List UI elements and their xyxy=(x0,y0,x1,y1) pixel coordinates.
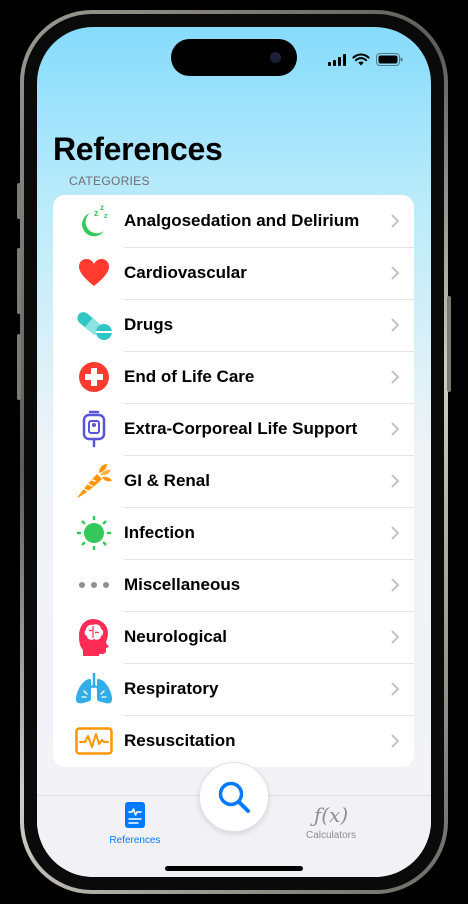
category-row-gi-renal[interactable]: GI & Renal xyxy=(53,455,414,507)
page-title: References xyxy=(53,131,223,167)
cellular-signal-icon xyxy=(328,53,346,66)
carrot-icon xyxy=(77,464,112,498)
svg-text:z: z xyxy=(94,208,99,218)
chevron-right-icon xyxy=(391,266,399,280)
category-list: z z z Analgosedation and Delirium Cardio… xyxy=(53,195,414,767)
category-label: Analgosedation and Delirium xyxy=(124,211,360,230)
tab-calculators-label: Calculators xyxy=(305,830,357,841)
chevron-right-icon xyxy=(391,682,399,696)
category-label: Resuscitation xyxy=(124,731,236,750)
category-row-resuscitation[interactable]: Resuscitation xyxy=(53,715,414,767)
chevron-right-icon xyxy=(391,422,399,436)
search-icon xyxy=(218,781,250,813)
section-header: CATEGORIES xyxy=(69,174,150,188)
category-row-ecls[interactable]: Extra-Corporeal Life Support xyxy=(53,403,414,455)
tab-references-label: References xyxy=(109,835,161,846)
chevron-right-icon xyxy=(391,734,399,748)
heart-icon xyxy=(79,259,109,286)
microbe-icon xyxy=(76,515,112,551)
tab-calculators[interactable]: ƒ(x) Calculators xyxy=(281,802,381,841)
volume-up-button xyxy=(17,248,21,314)
ellipsis-icon xyxy=(79,582,109,588)
category-row-infection[interactable]: Infection xyxy=(53,507,414,559)
category-row-neurological[interactable]: Neurological xyxy=(53,611,414,663)
tab-references[interactable]: References xyxy=(85,802,185,846)
screen: References CATEGORIES z z z Analgosedati… xyxy=(37,27,431,877)
svg-text:z: z xyxy=(100,203,104,212)
chevron-right-icon xyxy=(391,214,399,228)
power-button xyxy=(447,296,451,392)
document-icon xyxy=(125,802,145,828)
category-row-miscellaneous[interactable]: Miscellaneous xyxy=(53,559,414,611)
category-row-analgosedation[interactable]: z z z Analgosedation and Delirium xyxy=(53,195,414,247)
front-camera xyxy=(270,52,281,63)
battery-icon xyxy=(376,53,403,66)
moon-sleep-icon: z z z xyxy=(82,203,108,237)
chevron-right-icon xyxy=(391,370,399,384)
function-icon: ƒ(x) xyxy=(313,803,349,827)
category-label: Respiratory xyxy=(124,679,219,698)
chevron-right-icon xyxy=(391,578,399,592)
category-label: Miscellaneous xyxy=(124,575,241,594)
category-row-cardiovascular[interactable]: Cardiovascular xyxy=(53,247,414,299)
category-label: GI & Renal xyxy=(124,471,210,490)
status-bar xyxy=(328,53,403,66)
chevron-right-icon xyxy=(391,474,399,488)
category-label: Infection xyxy=(124,523,195,542)
category-label: Drugs xyxy=(124,315,174,334)
dynamic-island xyxy=(171,39,297,76)
pills-icon xyxy=(77,312,112,340)
chevron-right-icon xyxy=(391,630,399,644)
search-button[interactable] xyxy=(199,762,269,832)
ecg-monitor-icon xyxy=(75,727,113,755)
category-label: Cardiovascular xyxy=(124,263,247,282)
category-label: Extra-Corporeal Life Support xyxy=(124,419,358,438)
chevron-right-icon xyxy=(391,526,399,540)
medical-cross-icon xyxy=(79,362,109,392)
category-label: End of Life Care xyxy=(124,367,255,386)
lungs-icon xyxy=(76,673,112,704)
home-indicator xyxy=(165,866,303,871)
chevron-right-icon xyxy=(391,318,399,332)
category-row-end-of-life-care[interactable]: End of Life Care xyxy=(53,351,414,403)
volume-down-button xyxy=(17,334,21,400)
category-row-drugs[interactable]: Drugs xyxy=(53,299,414,351)
brain-head-icon xyxy=(79,619,109,656)
wifi-icon xyxy=(352,53,370,66)
svg-text:z: z xyxy=(104,213,108,220)
category-label: Neurological xyxy=(124,627,227,646)
action-button xyxy=(17,183,21,219)
iv-bag-icon xyxy=(82,410,106,448)
category-row-respiratory[interactable]: Respiratory xyxy=(53,663,414,715)
